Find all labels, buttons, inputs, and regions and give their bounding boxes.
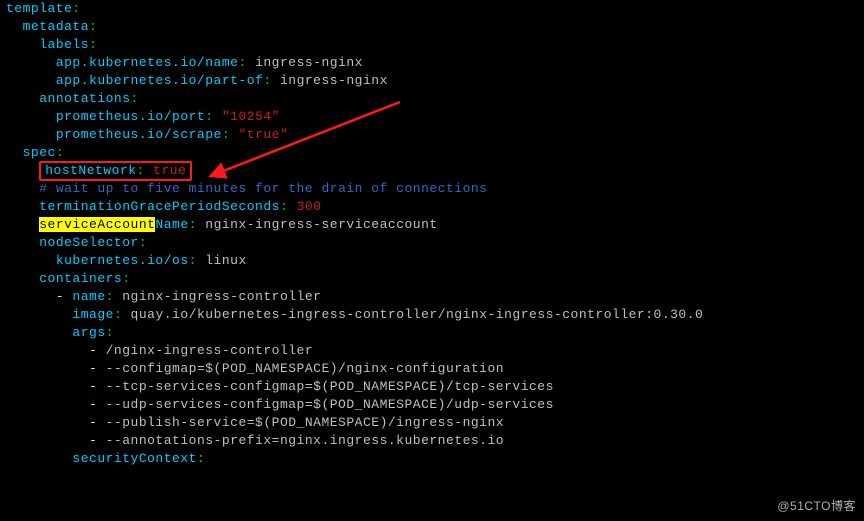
yaml-key: app.kubernetes.io/part-of [56,73,264,88]
yaml-key: image [72,307,114,322]
code-line: app.kubernetes.io/name: ingress-nginx [6,54,858,72]
yaml-colon: : [189,217,197,232]
code-line: spec: [6,144,858,162]
watermark-text: @51CTO博客 [777,497,856,515]
yaml-code-block: template: metadata: labels: app.kubernet… [0,0,864,468]
yaml-key: metadata [23,19,89,34]
yaml-value: --udp-services-configmap=$(POD_NAMESPACE… [106,397,554,412]
code-line: # wait up to five minutes for the drain … [6,180,858,198]
yaml-key: labels [39,37,89,52]
yaml-list-dash: - [89,397,106,412]
yaml-value: ingress-nginx [247,55,363,70]
yaml-comment: # wait up to five minutes for the drain … [39,181,487,196]
yaml-value: --tcp-services-configmap=$(POD_NAMESPACE… [106,379,554,394]
code-line: - name: nginx-ingress-controller [6,288,858,306]
yaml-colon: : [197,451,205,466]
yaml-colon: : [122,271,130,286]
yaml-key: prometheus.io/port [56,109,205,124]
code-line: metadata: [6,18,858,36]
code-line: - --configmap=$(POD_NAMESPACE)/nginx-con… [6,360,858,378]
yaml-colon: : [72,1,80,16]
code-line: template: [6,0,858,18]
yaml-key: annotations [39,91,130,106]
code-line: securityContext: [6,450,858,468]
yaml-list-dash: - [89,379,106,394]
yaml-list-dash: - [89,415,106,430]
code-line: app.kubernetes.io/part-of: ingress-nginx [6,72,858,90]
yaml-key: containers [39,271,122,286]
yaml-key: prometheus.io/scrape [56,127,222,142]
yaml-value: nginx-ingress-serviceaccount [197,217,438,232]
yaml-list-dash: - [56,289,73,304]
yaml-colon: : [238,55,246,70]
yaml-colon: : [189,253,197,268]
code-line: - --udp-services-configmap=$(POD_NAMESPA… [6,396,858,414]
yaml-value: --publish-service=$(POD_NAMESPACE)/ingre… [106,415,504,430]
yaml-key: nodeSelector [39,235,139,250]
yaml-value [145,163,153,178]
code-line: - /nginx-ingress-controller [6,342,858,360]
yaml-colon: : [106,325,114,340]
yaml-colon: : [56,145,64,160]
host-network-highlight-box: hostNetwork: true [39,161,192,181]
code-line: serviceAccountName: nginx-ingress-servic… [6,216,858,234]
code-line: terminationGracePeriodSeconds: 300 [6,198,858,216]
yaml-colon: : [222,127,230,142]
code-line: annotations: [6,90,858,108]
yaml-colon: : [137,163,145,178]
yaml-colon: : [89,37,97,52]
yaml-number-value: 300 [297,199,322,214]
code-line: prometheus.io/port: "10254" [6,108,858,126]
yaml-key: securityContext [72,451,197,466]
yaml-value: --annotations-prefix=nginx.ingress.kuber… [106,433,504,448]
yaml-key: Name [155,217,188,232]
yaml-list-dash: - [89,433,106,448]
yaml-key: terminationGracePeriodSeconds [39,199,280,214]
code-line: - --tcp-services-configmap=$(POD_NAMESPA… [6,378,858,396]
yaml-colon: : [131,91,139,106]
code-line: kubernetes.io/os: linux [6,252,858,270]
yaml-value: /nginx-ingress-controller [106,343,314,358]
yaml-colon: : [114,307,122,322]
yaml-value: quay.io/kubernetes-ingress-controller/ng… [122,307,703,322]
yaml-key: name [72,289,105,304]
yaml-value: nginx-ingress-controller [114,289,322,304]
yaml-number-value: true [153,163,186,178]
yaml-key: args [72,325,105,340]
search-highlight: serviceAccount [39,217,155,232]
code-line: args: [6,324,858,342]
code-line: - --publish-service=$(POD_NAMESPACE)/ing… [6,414,858,432]
yaml-list-dash: - [89,343,106,358]
yaml-value: --configmap=$(POD_NAMESPACE)/nginx-confi… [106,361,504,376]
code-line: image: quay.io/kubernetes-ingress-contro… [6,306,858,324]
yaml-key: hostNetwork [45,163,136,178]
yaml-colon: : [106,289,114,304]
yaml-value: ingress-nginx [272,73,388,88]
yaml-colon: : [263,73,271,88]
yaml-value [214,109,222,124]
yaml-key: spec [23,145,56,160]
code-line: hostNetwork: true [6,162,858,180]
yaml-list-dash: - [89,361,106,376]
code-line: nodeSelector: [6,234,858,252]
yaml-colon: : [139,235,147,250]
code-line: prometheus.io/scrape: "true" [6,126,858,144]
yaml-string-value: "10254" [222,109,280,124]
code-line: - --annotations-prefix=nginx.ingress.kub… [6,432,858,450]
yaml-key: app.kubernetes.io/name [56,55,239,70]
code-line: containers: [6,270,858,288]
yaml-colon: : [89,19,97,34]
yaml-colon: : [205,109,213,124]
code-line: labels: [6,36,858,54]
yaml-key: template [6,1,72,16]
yaml-string-value: "true" [238,127,288,142]
yaml-value: linux [197,253,247,268]
yaml-key: kubernetes.io/os [56,253,189,268]
yaml-value [288,199,296,214]
